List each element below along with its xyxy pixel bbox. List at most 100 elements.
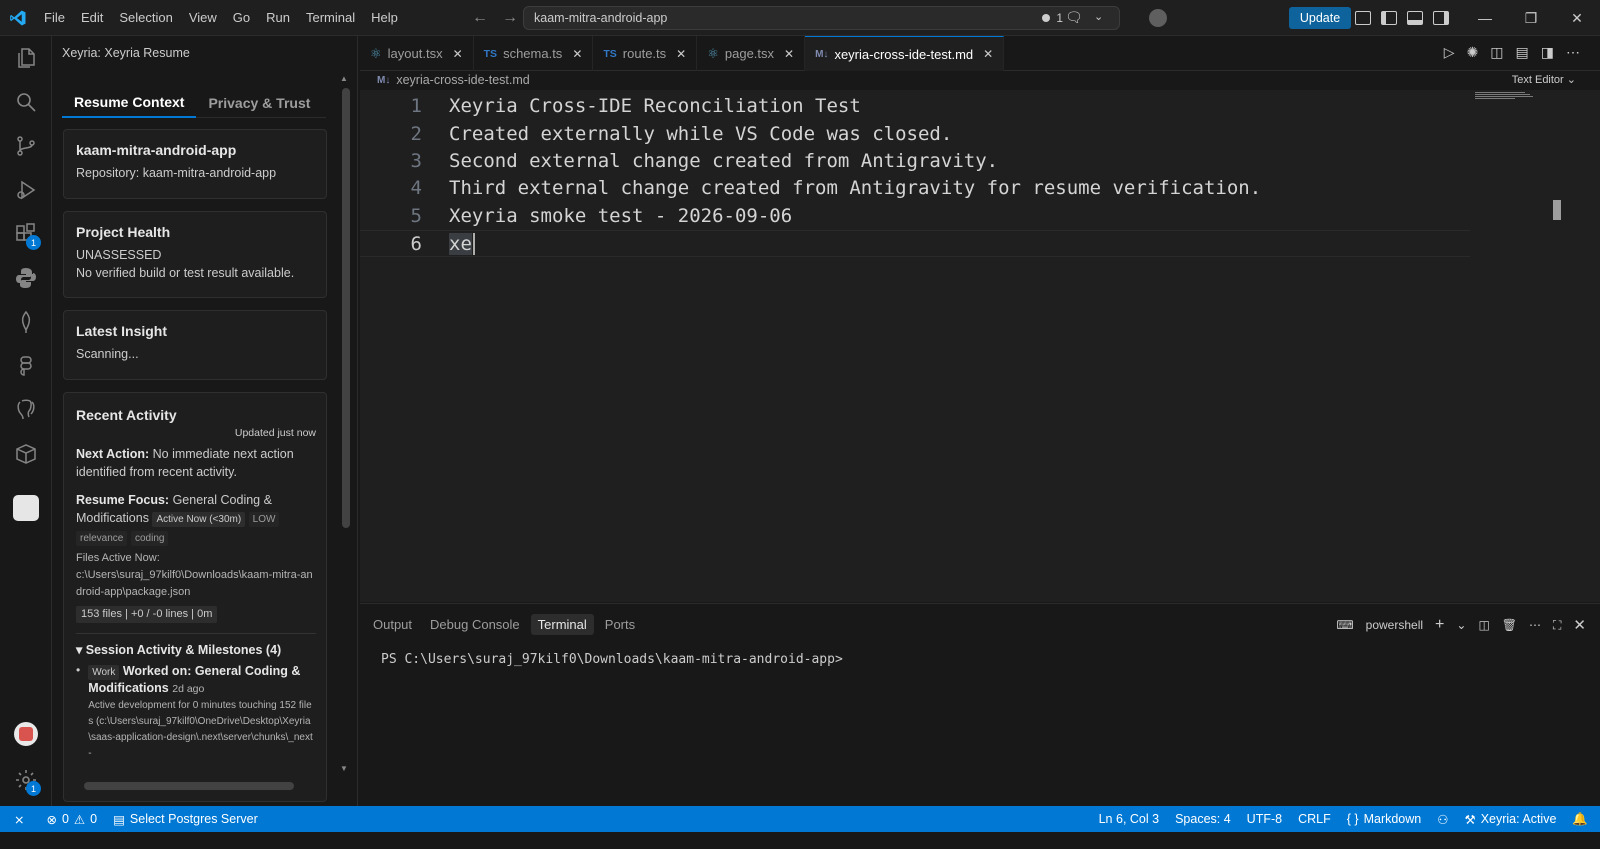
explorer-icon[interactable] xyxy=(0,36,52,80)
run-debug-icon[interactable] xyxy=(0,168,52,212)
breadcrumb-file[interactable]: xeyria-cross-ide-test.md xyxy=(396,73,529,87)
close-icon[interactable]: ✕ xyxy=(676,47,686,61)
tab-xeyria-md[interactable]: M↓ xeyria-cross-ide-test.md ✕ xyxy=(805,36,1005,71)
problems-indicator[interactable]: ⊗ 0 ⚠ 0 xyxy=(38,812,105,827)
close-icon[interactable]: ✕ xyxy=(453,47,463,61)
line-number: 1 xyxy=(410,94,422,117)
editor-area[interactable]: 1 Xeyria Cross-IDE Reconciliation Test 2 C… xyxy=(360,90,1600,602)
trash-icon[interactable]: 🗑 xyxy=(1502,618,1517,632)
forward-arrow-icon[interactable]: → xyxy=(502,9,518,27)
source-control-icon[interactable] xyxy=(0,124,52,168)
menu-help[interactable]: Help xyxy=(363,0,406,36)
end-of-line[interactable]: CRLF xyxy=(1290,812,1339,826)
close-panel-icon[interactable]: ✕ xyxy=(1573,616,1586,634)
menu-edit[interactable]: Edit xyxy=(73,0,111,36)
menu-go[interactable]: Go xyxy=(225,0,258,36)
tab-layout-tsx[interactable]: ⚛ layout.tsx ✕ xyxy=(360,36,474,71)
tab-schema-ts[interactable]: TS schema.ts ✕ xyxy=(474,36,594,71)
toggle-primary-sidebar-icon[interactable] xyxy=(1381,11,1397,25)
files-active-path: c:\Users\suraj_97kilf0\Downloads\kaam-mi… xyxy=(76,569,313,598)
restore-icon[interactable]: ❐ xyxy=(1508,0,1554,36)
terminal-shell-name[interactable]: powershell xyxy=(1366,618,1423,632)
braces-icon: { } xyxy=(1346,812,1359,826)
python-icon[interactable] xyxy=(0,256,52,300)
panel-tab-debug-console[interactable]: Debug Console xyxy=(423,614,527,635)
close-icon[interactable]: ✕ xyxy=(784,47,794,61)
maximize-panel-icon[interactable]: ⛶ xyxy=(1553,618,1561,633)
more-actions-icon[interactable]: ⋯ xyxy=(1566,44,1580,61)
activity-bar: 1 1 xyxy=(0,36,52,806)
xeyria-status[interactable]: ⚒ Xeyria: Active xyxy=(1456,812,1564,827)
figma-icon[interactable] xyxy=(0,344,52,388)
settings-gear-icon[interactable]: 1 xyxy=(0,758,52,802)
sidebar-horizontal-scrollbar[interactable] xyxy=(84,782,294,790)
tab-page-tsx[interactable]: ⚛ page.tsx ✕ xyxy=(697,36,806,71)
customize-layout-icon[interactable] xyxy=(1355,11,1371,25)
panel-tab-ports[interactable]: Ports xyxy=(598,614,642,635)
session-activity-header[interactable]: ▾ Session Activity & Milestones (4) xyxy=(76,633,316,657)
open-preview-icon[interactable]: ◫ xyxy=(1490,44,1503,61)
tab-route-ts[interactable]: TS route.ts ✕ xyxy=(593,36,698,71)
openai-icon[interactable]: ✺ xyxy=(1467,44,1479,61)
toggle-panel-icon[interactable] xyxy=(1407,11,1423,25)
mongodb-leaf-icon[interactable] xyxy=(0,300,52,344)
tab-resume-context[interactable]: Resume Context xyxy=(62,88,197,118)
package-box-icon[interactable] xyxy=(0,432,52,476)
encoding[interactable]: UTF-8 xyxy=(1239,812,1290,826)
sidebar-scrollbar[interactable] xyxy=(342,88,350,528)
copilot-status-icon[interactable]: ⚇ xyxy=(1429,812,1456,827)
line-number: 5 xyxy=(410,204,422,227)
search-icon[interactable] xyxy=(0,80,52,124)
extensions-icon[interactable]: 1 xyxy=(0,212,52,256)
split-terminal-icon[interactable]: ◫ xyxy=(1478,618,1489,632)
close-icon[interactable]: ✕ xyxy=(572,47,582,61)
badge-coding: coding xyxy=(130,531,169,546)
tab-privacy-trust[interactable]: Privacy & Trust xyxy=(196,88,322,118)
new-terminal-icon[interactable]: + xyxy=(1435,616,1444,634)
command-center[interactable]: kaam-mitra-android-app 1 xyxy=(523,6,1120,30)
editor-scrollbar[interactable] xyxy=(1553,200,1561,220)
line-text: Third external change created from Antig… xyxy=(449,176,1262,199)
repo-card: kaam-mitra-android-app Repository: kaam-… xyxy=(63,129,327,199)
indentation[interactable]: Spaces: 4 xyxy=(1167,812,1239,826)
toggle-secondary-sidebar-icon[interactable] xyxy=(1433,11,1449,25)
menu-run[interactable]: Run xyxy=(258,0,298,36)
scroll-up-icon[interactable]: ▲ xyxy=(340,74,348,83)
line-number: 2 xyxy=(410,122,422,145)
minimap[interactable] xyxy=(1475,92,1535,104)
terminal-shell-icon: ⌨ xyxy=(1336,618,1354,632)
dirty-files-indicator[interactable]: 1 xyxy=(1042,11,1063,25)
menu-selection[interactable]: Selection xyxy=(111,0,180,36)
close-icon[interactable]: ✕ xyxy=(983,47,993,61)
language-mode[interactable]: { } Markdown xyxy=(1339,812,1430,826)
update-button[interactable]: Update xyxy=(1289,7,1351,29)
remote-icon[interactable]: ⨯ xyxy=(0,812,38,827)
cursor-position[interactable]: Ln 6, Col 3 xyxy=(1091,812,1167,826)
scroll-down-icon[interactable]: ▼ xyxy=(340,764,348,773)
account-avatar-icon[interactable] xyxy=(0,712,52,756)
chevron-down-icon[interactable]: ⌄ xyxy=(1094,10,1103,23)
postgres-elephant-icon[interactable] xyxy=(0,388,52,432)
chat-icon[interactable]: 🗨 xyxy=(1065,9,1083,26)
preview-icon[interactable]: ▤ xyxy=(1516,44,1529,61)
notifications-bell-icon[interactable]: 🔔 xyxy=(1564,812,1600,827)
chevron-down-icon[interactable]: ⌄ xyxy=(1456,618,1466,632)
more-actions-icon[interactable]: ⋯ xyxy=(1529,618,1541,632)
copilot-icon[interactable] xyxy=(1149,9,1167,27)
chevron-down-icon[interactable]: ⌄ xyxy=(1567,74,1576,86)
menu-file[interactable]: File xyxy=(36,0,73,36)
close-window-icon[interactable]: ✕ xyxy=(1554,0,1600,36)
select-postgres-server[interactable]: ▤ Select Postgres Server xyxy=(105,812,266,827)
markdown-icon: M↓ xyxy=(815,48,829,60)
terminal-output[interactable]: PS C:\Users\suraj_97kilf0\Downloads\kaam… xyxy=(381,652,843,667)
back-arrow-icon[interactable]: ← xyxy=(472,9,488,27)
menu-terminal[interactable]: Terminal xyxy=(298,0,363,36)
run-play-icon[interactable]: ▷ xyxy=(1444,44,1455,61)
minimize-icon[interactable]: — xyxy=(1462,0,1508,36)
menu-view[interactable]: View xyxy=(181,0,225,36)
language-label: Markdown xyxy=(1363,812,1422,826)
panel-tab-terminal[interactable]: Terminal xyxy=(530,614,594,635)
split-editor-icon[interactable]: ◨ xyxy=(1541,44,1554,61)
panel-tab-output[interactable]: Output xyxy=(366,614,419,635)
xeyria-resume-icon[interactable] xyxy=(0,486,52,530)
